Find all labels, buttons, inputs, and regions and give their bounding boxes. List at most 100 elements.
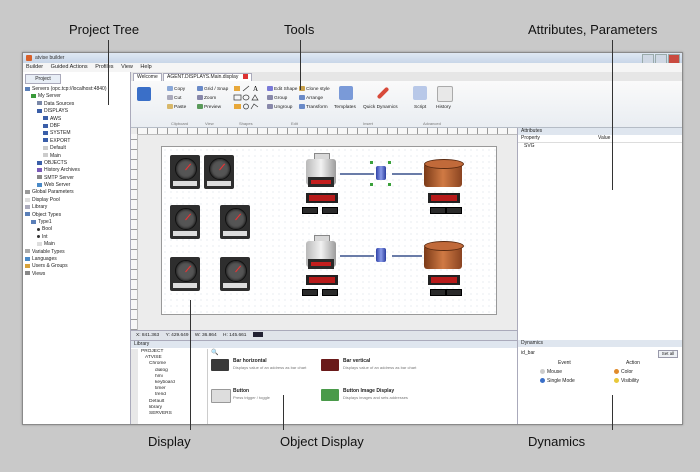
- tree-item-smtp-server[interactable]: SMTP Server: [25, 175, 128, 182]
- display-canvas[interactable]: [161, 146, 497, 315]
- event-single-mode[interactable]: Single Mode: [540, 378, 575, 384]
- gauge-widget[interactable]: [220, 257, 250, 291]
- tree-item-bool[interactable]: Bool: [25, 226, 128, 233]
- event-mouse[interactable]: Mouse: [540, 369, 562, 375]
- tree-item-object-types[interactable]: Object Types: [25, 212, 128, 219]
- save-icon[interactable]: [137, 87, 151, 101]
- display-icon: [43, 153, 48, 158]
- canvas-button[interactable]: [446, 289, 462, 296]
- templates-icon[interactable]: [339, 86, 353, 100]
- gauge-widget[interactable]: [170, 205, 200, 239]
- canvas-button[interactable]: [446, 207, 462, 214]
- script-button[interactable]: Script: [414, 105, 426, 110]
- machine-graphic[interactable]: [302, 153, 340, 193]
- tree-item-global-parameters[interactable]: Global Parameters: [25, 189, 128, 196]
- tree-item-displays[interactable]: DISPLAYS: [25, 108, 128, 115]
- transform-button[interactable]: Transform: [299, 104, 328, 110]
- object-bar-vertical[interactable]: Bar vertical Displays value of an addres…: [321, 357, 441, 379]
- tree-item-export[interactable]: EXPORT: [25, 138, 128, 145]
- clone-style-button[interactable]: Clone style: [299, 86, 330, 92]
- preview-button[interactable]: Preview: [197, 104, 221, 110]
- gauge-widget[interactable]: [220, 205, 250, 239]
- canvas-button[interactable]: [430, 289, 446, 296]
- tree-item-type-main[interactable]: Main: [25, 241, 128, 248]
- gauge-widget[interactable]: [170, 155, 200, 189]
- cut-button[interactable]: Cut: [167, 95, 181, 101]
- ungroup-button[interactable]: Ungroup: [267, 104, 292, 110]
- tree-item-objects[interactable]: OBJECTS: [25, 160, 128, 167]
- tree-item-servers[interactable]: Servers (opc.tcp://localhost:4840): [25, 86, 128, 93]
- tree-item-dbf[interactable]: DBF: [25, 123, 128, 130]
- object-bar-horizontal[interactable]: Bar horizontal Displays value of an addr…: [211, 357, 331, 379]
- tree-item-views[interactable]: Views: [25, 271, 128, 278]
- menu-builder[interactable]: Builder: [26, 64, 43, 70]
- menu-help[interactable]: Help: [140, 64, 151, 70]
- tree-item-variable-types[interactable]: Variable Types: [25, 249, 128, 256]
- selection-handle[interactable]: [370, 161, 373, 164]
- grid-snap-button[interactable]: Grid / Snap: [197, 86, 228, 92]
- canvas-button[interactable]: [302, 289, 318, 296]
- tree-item-library[interactable]: Library: [25, 204, 128, 211]
- library-side-tabs[interactable]: [131, 349, 138, 424]
- shape-tools: A: [233, 85, 263, 115]
- valve-graphic[interactable]: [372, 163, 390, 183]
- action-color[interactable]: Color: [614, 369, 633, 375]
- canvas-button[interactable]: [322, 207, 338, 214]
- callout-dynamics: Dynamics: [528, 434, 586, 449]
- shapes-icon[interactable]: A: [233, 85, 263, 113]
- quick-dynamics-button[interactable]: Quick Dynamics: [363, 105, 398, 110]
- folder-icon: [43, 138, 48, 143]
- canvas-button[interactable]: [430, 207, 446, 214]
- canvas-button[interactable]: [322, 289, 338, 296]
- tree-item-display-pool[interactable]: Display Pool: [25, 197, 128, 204]
- tree-item-main[interactable]: Main: [25, 153, 128, 160]
- close-tab-icon[interactable]: [242, 74, 248, 80]
- tree-item-int[interactable]: Int: [25, 234, 128, 241]
- valve-graphic[interactable]: [372, 245, 390, 265]
- gauge-widget[interactable]: [170, 257, 200, 291]
- tree-item-web-server[interactable]: Web Server: [25, 182, 128, 189]
- tree-item-data-sources[interactable]: Data Sources: [25, 101, 128, 108]
- copy-button[interactable]: Copy: [167, 86, 185, 92]
- selection-handle[interactable]: [370, 183, 373, 186]
- tank-graphic[interactable]: [424, 241, 464, 271]
- history-button[interactable]: History: [436, 105, 451, 110]
- tab-project[interactable]: Project: [25, 74, 61, 84]
- set-all-button[interactable]: Set all: [658, 350, 678, 358]
- canvas-button[interactable]: [302, 207, 318, 214]
- paste-button[interactable]: Paste: [167, 104, 186, 110]
- machine-graphic[interactable]: [302, 235, 340, 275]
- tree-item-type1[interactable]: Type1: [25, 219, 128, 226]
- group-button[interactable]: Group: [267, 95, 287, 101]
- tank-graphic[interactable]: [424, 159, 464, 189]
- tree-item-languages[interactable]: Languages: [25, 256, 128, 263]
- selection-handle[interactable]: [388, 183, 391, 186]
- tree-item-my-server[interactable]: My Server: [25, 93, 128, 100]
- object-button-image-display[interactable]: Button Image Display Displays images and…: [321, 387, 441, 409]
- action-visibility[interactable]: Visibility: [614, 378, 639, 384]
- script-icon[interactable]: [413, 86, 427, 100]
- history-icon[interactable]: [437, 86, 453, 102]
- lib-item[interactable]: SERVERS: [139, 411, 207, 417]
- attribute-row-svg[interactable]: SVG: [518, 143, 682, 150]
- group-label-advanced: Advanced: [423, 121, 441, 126]
- quick-dynamics-icon[interactable]: [376, 86, 390, 100]
- zoom-button[interactable]: Zoom: [197, 95, 216, 101]
- gauge-widget[interactable]: [204, 155, 234, 189]
- tree-item-users-groups[interactable]: Users & Groups: [25, 263, 128, 270]
- object-button[interactable]: Button Press trigger / toggle: [211, 387, 331, 409]
- menu-profiles[interactable]: Profiles: [95, 64, 113, 70]
- selection-handle[interactable]: [388, 161, 391, 164]
- menu-guided-actions[interactable]: Guided Actions: [51, 64, 88, 70]
- tree-item-aws[interactable]: AWS: [25, 116, 128, 123]
- cut-icon: [167, 95, 173, 100]
- tree-item-system[interactable]: SYSTEM: [25, 130, 128, 137]
- search-icon[interactable]: 🔍: [211, 349, 218, 356]
- edit-shape-button[interactable]: Edit Shape: [267, 86, 297, 92]
- menu-view[interactable]: View: [121, 64, 133, 70]
- arrange-button[interactable]: Arrange: [299, 95, 323, 101]
- tree-item-default[interactable]: Default: [25, 145, 128, 152]
- templates-button[interactable]: Templates: [334, 105, 356, 110]
- leader-dynamics: [612, 395, 613, 430]
- tree-item-history-archives[interactable]: History Archives: [25, 167, 128, 174]
